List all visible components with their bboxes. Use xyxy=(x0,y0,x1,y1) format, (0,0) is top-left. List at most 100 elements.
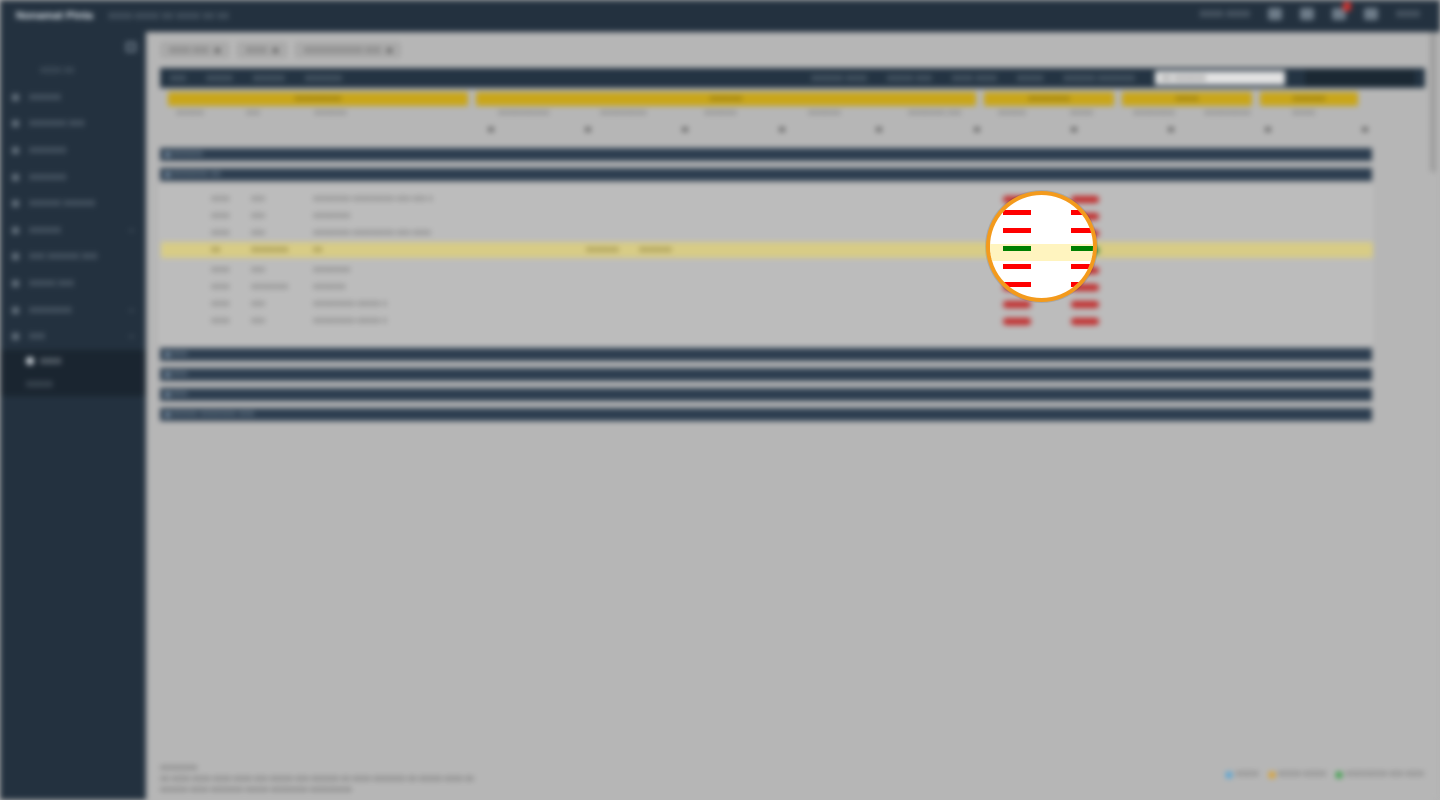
toolbar-button[interactable]: XXXXXXX xyxy=(305,74,342,83)
section-bar[interactable]: XXXXXXX XX xyxy=(160,168,1372,181)
tab[interactable]: XXXX XXX xyxy=(158,40,231,60)
table-cell: XX xyxy=(313,246,323,254)
sidebar-item-label: XXXXXXX xyxy=(29,145,67,155)
sidebar-item[interactable]: XXXXXXXX xyxy=(0,297,146,324)
section-bar[interactable]: XXX xyxy=(160,388,1372,401)
close-icon[interactable] xyxy=(214,47,220,53)
toolbar-button[interactable]: XXXXXX XXXX xyxy=(811,74,867,83)
column-header[interactable]: XXXXXXXXX xyxy=(1133,110,1175,117)
toolbar-button[interactable]: XXXXX xyxy=(206,74,233,83)
column-header[interactable]: XXXXX xyxy=(1070,110,1093,117)
toolbar-button[interactable]: XXXXXX XXXXXXX xyxy=(1063,74,1135,83)
group-header: XXXXXXXXX xyxy=(984,92,1114,106)
bell-icon[interactable] xyxy=(1267,8,1282,20)
search-input[interactable]: XX XXXXXX xyxy=(1155,71,1285,85)
table-row[interactable]: XX XXXXXXXX XX XXXXXXX XXXXXXX xyxy=(161,242,1373,258)
table-row[interactable]: XXXX XXX XXXXXXXXX XXXXX X xyxy=(161,313,1373,329)
column-header[interactable]: XXXXX xyxy=(1292,110,1315,117)
brand-logo[interactable]: Nonamat Pinta xyxy=(16,10,93,22)
toolbar-button[interactable]: XXXXX xyxy=(1017,74,1044,83)
close-icon[interactable] xyxy=(272,47,278,53)
table-cell: XXXX xyxy=(211,212,230,220)
toolbar-button[interactable]: XXXXXX xyxy=(253,74,285,83)
sort-icon[interactable] xyxy=(973,127,980,132)
sidebar-item[interactable]: XXXXXX XXXXXX xyxy=(0,190,146,217)
table-cell: XX xyxy=(211,246,221,254)
sidebar-item[interactable]: XXXXXX xyxy=(0,84,146,111)
toolbar-button[interactable]: XXXX XXXX xyxy=(952,74,997,83)
sidebar-item[interactable]: XXXXXX xyxy=(0,217,146,244)
sort-icon[interactable] xyxy=(488,127,494,132)
chevron-icon xyxy=(129,229,134,231)
table-cell: XXXXXXX xyxy=(586,246,619,254)
app-background: Nonamat Pinta XXXX-XXXX XX XXXX XX XX XX… xyxy=(0,0,1440,800)
table-row[interactable]: XXXX XXX XXXXXXXX XXXXXXXXX XXX XXX X xyxy=(161,191,1373,207)
user-menu[interactable]: XXXX xyxy=(1396,9,1420,19)
section-bar[interactable]: XXXXX XXXXXXX XXX xyxy=(160,408,1372,421)
table-row[interactable]: XXXX XXXXXXXX XXXXXXX xyxy=(161,279,1373,295)
expand-icon[interactable] xyxy=(1363,8,1378,20)
section-bar[interactable]: XXX xyxy=(160,348,1372,361)
column-header[interactable]: XXX xyxy=(246,110,260,117)
sort-icon[interactable] xyxy=(1264,127,1271,132)
column-header[interactable]: XXXXXXXXXXX xyxy=(498,110,549,117)
sidebar-item[interactable]: XXXXXXX XXX xyxy=(0,111,146,138)
table-row[interactable]: XXXX XXX XXXXXXXX XXXXXXXXX XXX XXXX xyxy=(161,225,1373,241)
section-bar[interactable]: XXX xyxy=(160,368,1372,381)
section-bar[interactable]: XXXXXX xyxy=(160,148,1372,161)
expand-icon xyxy=(165,152,170,157)
sidebar-item[interactable]: XXXXX XXX xyxy=(0,270,146,297)
table-row[interactable]: XXXX XXX XXXXXXXXX XXXXX X xyxy=(161,296,1373,312)
menu-icon xyxy=(12,253,19,261)
toolbar-button[interactable]: XXX xyxy=(170,74,186,83)
column-header[interactable]: XXXXXXX xyxy=(808,110,841,117)
table-row[interactable]: XXXX XXX XXXXXXXX xyxy=(161,208,1373,224)
status-indicator xyxy=(1071,300,1099,308)
status-bar-green xyxy=(1003,246,1031,251)
status-bar-red xyxy=(1003,282,1031,287)
sort-icon[interactable] xyxy=(682,127,689,132)
column-header[interactable]: XXXXXXXXXX xyxy=(600,110,647,117)
scrollbar[interactable] xyxy=(1430,32,1436,172)
column-header[interactable]: XXXXXX xyxy=(998,110,1026,117)
mail-icon[interactable] xyxy=(1299,8,1314,20)
sidebar-search[interactable]: XXXX XX xyxy=(40,66,74,75)
status-bar-red xyxy=(1003,210,1031,215)
menu-icon xyxy=(12,200,19,208)
sidebar-item[interactable]: XXX xyxy=(0,323,146,350)
sidebar-item[interactable]: XXXXXXX xyxy=(0,164,146,191)
table-cell: XXXX xyxy=(211,300,230,308)
group-header-row: XXXXXXXXXX XXXXXXX XXXXXXXXX XXXXX XXXXXXX xyxy=(168,92,1366,106)
column-header[interactable]: XXXXXX xyxy=(176,110,204,117)
sort-icon[interactable] xyxy=(1070,127,1077,132)
status-bar-red xyxy=(1003,228,1031,233)
group-header: XXXXXXXXXX xyxy=(168,92,468,106)
sort-icon[interactable] xyxy=(1361,127,1368,132)
column-header[interactable]: XXXXXXX xyxy=(704,110,737,117)
sort-icon[interactable] xyxy=(585,127,592,132)
table-cell: XXXXXXXX xyxy=(313,266,351,274)
tab[interactable]: XXXXXXXXXXX XXX xyxy=(292,40,403,60)
tab[interactable]: XXXX xyxy=(234,40,289,60)
sidebar-subitem[interactable]: XXXXX xyxy=(0,372,146,396)
sort-icon[interactable] xyxy=(779,127,786,132)
status-indicator xyxy=(1003,317,1031,325)
sort-icon[interactable] xyxy=(876,127,883,132)
close-icon[interactable] xyxy=(386,47,392,53)
sort-icon[interactable] xyxy=(1167,127,1174,132)
alert-icon[interactable] xyxy=(1331,2,1351,20)
sidebar-subitem[interactable]: XXXX xyxy=(0,349,146,373)
topbar-actions: XXXX XXXX XXXX xyxy=(1199,2,1420,20)
sidebar-item-label: XXXXXXX XXX xyxy=(29,119,85,129)
column-header[interactable]: XXXXXXX xyxy=(314,110,347,117)
filter-field[interactable] xyxy=(1305,70,1415,86)
menu-icon xyxy=(12,173,19,181)
column-header[interactable]: XXXXXXXXXX xyxy=(1204,110,1251,117)
tab-label: XXXX XXX xyxy=(169,45,209,55)
menu-toggle-icon[interactable] xyxy=(126,42,136,52)
sidebar-item[interactable]: XXX XXXXXX XXX xyxy=(0,244,146,271)
column-header[interactable]: XXXXXXXX XXX xyxy=(908,110,961,117)
toolbar-button[interactable]: XXXXX XXX xyxy=(887,74,932,83)
sidebar-item[interactable]: XXXXXXX xyxy=(0,137,146,164)
table-row[interactable]: XXXX XXX XXXXXXXX xyxy=(161,262,1373,278)
